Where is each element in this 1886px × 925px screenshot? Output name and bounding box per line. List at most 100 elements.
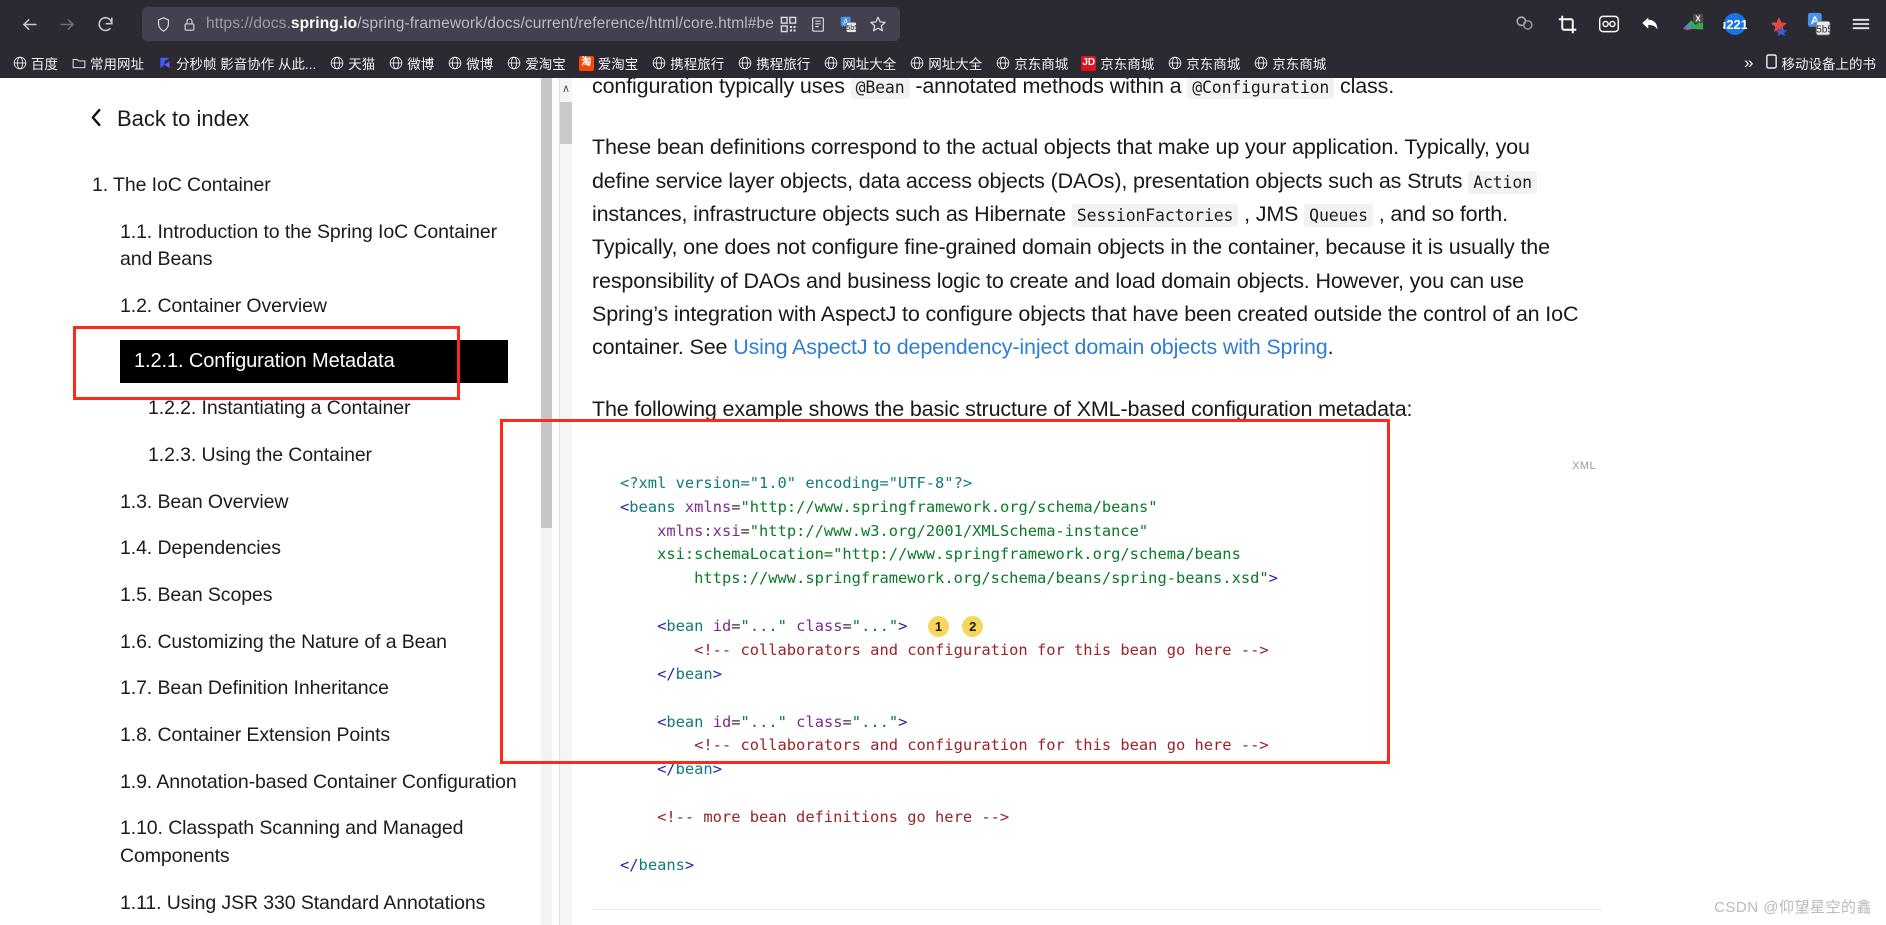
bookmark-label: 爱淘宝	[597, 57, 639, 72]
bookmark-item[interactable]: JD 京东商城	[1075, 51, 1160, 75]
svg-text:\u221e: \u221e	[1723, 17, 1747, 32]
fenmiaozhen-icon	[157, 56, 172, 71]
bookmark-label: 京东商城	[1100, 57, 1155, 72]
bookmark-item[interactable]: 携程旅行	[645, 51, 730, 75]
bookmark-mobile-folder[interactable]: 移动设备上的书	[1765, 53, 1881, 73]
bookmark-item[interactable]: 常用网址	[65, 51, 150, 75]
globe-icon	[447, 56, 462, 71]
toc-item[interactable]: 1.7. Bean Definition Inheritance	[120, 675, 534, 703]
aspectj-link[interactable]: Using AspectJ to dependency-inject domai…	[733, 335, 1328, 359]
bookmark-label: 天猫	[348, 57, 376, 72]
bookmark-item[interactable]: 百度	[6, 51, 64, 75]
toc-item[interactable]: 1.5. Bean Scopes	[120, 582, 534, 610]
navigation-bar: https://docs.spring.io/spring-framework/…	[0, 0, 1886, 48]
bookmark-label: 网址大全	[928, 57, 983, 72]
bookmarks-overflow-chevron[interactable]: »	[1734, 53, 1763, 73]
bookmark-label: 京东商城	[1186, 57, 1241, 72]
translate-extension-icon[interactable]: A\u5b57	[1802, 7, 1836, 41]
toc-item[interactable]: 1. The IoC Container	[92, 172, 534, 200]
xml-code-block[interactable]: <?xml version="1.0" encoding="UTF-8"?> <…	[592, 453, 1602, 894]
p2-s2: instances, infrastructure objects such a…	[592, 201, 1072, 226]
chevron-left-icon	[90, 108, 103, 131]
url-scheme: https://docs.	[206, 15, 291, 32]
bookmark-item[interactable]: 微博	[382, 51, 440, 75]
qrcode-icon[interactable]	[774, 10, 802, 38]
translate-icon[interactable]: A\u5b57	[834, 10, 862, 38]
toc-item[interactable]: 1.11. Using JSR 330 Standard Annotations	[120, 890, 534, 918]
bookmark-mobile-label: 移动设备上的书	[1781, 57, 1877, 72]
infinity-extension-icon[interactable]: \u221e	[1718, 7, 1752, 41]
bookmark-item[interactable]: 携程旅行	[731, 51, 816, 75]
bookmark-item[interactable]: 京东商城	[989, 51, 1074, 75]
reload-icon[interactable]	[86, 5, 124, 43]
watermark: CSDN @仰望星空的鑫	[1714, 899, 1872, 916]
globe-icon	[995, 56, 1010, 71]
bookmark-item[interactable]: 爱淘宝	[500, 51, 572, 75]
toc-item[interactable]: 1.2. Container Overview	[120, 293, 534, 321]
undo-arrow-icon[interactable]	[1634, 7, 1668, 41]
toc-list: 1. The IoC Container 1.1. Introduction to…	[80, 172, 534, 925]
bookmark-label: 爱淘宝	[525, 57, 566, 72]
toc-item[interactable]: 1.6. Customizing the Nature of a Bean	[120, 629, 534, 657]
extension-puzzle-icon[interactable]	[1508, 7, 1542, 41]
url-bar[interactable]: https://docs.spring.io/spring-framework/…	[142, 7, 900, 41]
forward-arrow-icon[interactable]	[48, 5, 86, 43]
toc-item[interactable]: 1.1. Introduction to the Spring IoC Cont…	[120, 219, 534, 274]
para-top-after: class.	[1334, 78, 1395, 98]
toc-item[interactable]: 1.3. Bean Overview	[120, 489, 534, 517]
toc-item[interactable]: 1.9. Annotation-based Container Configur…	[120, 769, 534, 797]
globe-icon	[506, 56, 521, 71]
bookmark-star-icon[interactable]	[864, 10, 892, 38]
star-colors-extension-icon[interactable]	[1760, 7, 1794, 41]
globe-icon	[909, 56, 924, 71]
reader-view-icon[interactable]	[804, 10, 832, 38]
toc-item[interactable]: 1.2.3. Using the Container	[148, 442, 534, 470]
lock-icon[interactable]	[176, 11, 202, 37]
paragraph-bean-definitions: These bean definitions correspond to the…	[592, 131, 1592, 364]
menu-hamburger-icon[interactable]	[1844, 7, 1878, 41]
bookmark-label: 携程旅行	[756, 57, 811, 72]
content-scrollbar-thumb[interactable]	[560, 102, 572, 144]
toc-item[interactable]: 1.2.2. Instantiating a Container	[148, 395, 534, 423]
screenshot-crop-icon[interactable]	[1550, 7, 1584, 41]
globe-icon	[329, 56, 344, 71]
bookmarks-bar: 百度 常用网址 分秒帧 影音协作 从此... 天猫 微博 微博 爱淘宝淘爱淘宝 携程旅行 携程旅…	[0, 48, 1886, 78]
toc-item[interactable]: 1.8. Container Extension Points	[120, 722, 534, 750]
toc-item-active[interactable]: 1.2.1. Configuration Metadata	[120, 339, 508, 384]
bookmark-item[interactable]: 天猫	[323, 51, 381, 75]
toc-item[interactable]: 1.4. Dependencies	[120, 535, 534, 563]
toc-scrollbar-thumb[interactable]	[541, 78, 552, 528]
content-scrollbar-track[interactable]: ∧	[560, 78, 572, 925]
folder-icon	[71, 56, 86, 71]
url-host: spring.io	[290, 15, 358, 32]
back-to-index-label: Back to index	[117, 106, 250, 131]
code-language-label: XML	[1572, 459, 1596, 472]
bookmark-label: 常用网址	[90, 57, 144, 72]
bookmark-item[interactable]: 微博	[441, 51, 499, 75]
back-arrow-icon[interactable]	[10, 5, 48, 43]
toc-item[interactable]: 1.10. Classpath Scanning and Managed Com…	[120, 815, 534, 870]
bookmark-item[interactable]: 网址大全	[903, 51, 988, 75]
taobao-icon: 淘	[578, 55, 594, 71]
bookmark-item[interactable]: 京东商城	[1247, 51, 1332, 75]
svg-text:X: X	[1695, 14, 1701, 23]
p2-s1: These bean definitions correspond to the…	[592, 135, 1530, 193]
paragraph-top: configuration typically uses @Bean -anno…	[592, 78, 1592, 103]
excel-extension-icon[interactable]: X	[1676, 7, 1710, 41]
svg-text:\u5b57: \u5b57	[1808, 24, 1831, 35]
para-top-before: configuration typically uses	[592, 78, 851, 98]
back-to-index-link[interactable]: Back to index	[90, 106, 534, 132]
scroll-up-arrow-icon[interactable]: ∧	[560, 80, 572, 96]
bookmark-label: 京东商城	[1272, 57, 1327, 72]
bookmark-item[interactable]: 网址大全	[817, 51, 902, 75]
pocket-icon[interactable]	[1592, 7, 1626, 41]
code-callout-marker: 1	[927, 616, 949, 638]
bookmark-label: 携程旅行	[670, 57, 725, 72]
bookmark-item[interactable]: 京东商城	[1161, 51, 1246, 75]
bookmark-item[interactable]: 淘爱淘宝	[573, 51, 645, 75]
shield-icon[interactable]	[150, 11, 176, 37]
code-action: Action	[1468, 170, 1537, 194]
bookmark-label: 百度	[31, 57, 58, 72]
bookmark-item[interactable]: 分秒帧 影音协作 从此...	[151, 51, 322, 75]
globe-icon	[12, 56, 27, 71]
